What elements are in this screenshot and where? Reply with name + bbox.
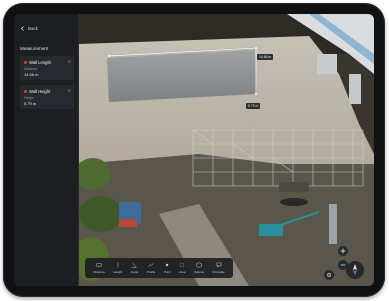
section-title: Measurement — [20, 46, 49, 51]
tool-distance[interactable]: Distance — [93, 262, 105, 274]
tool-angle[interactable]: Angle — [130, 262, 139, 274]
tool-label: Profile — [146, 270, 156, 274]
tool-label: Distance — [93, 270, 105, 274]
height-measurement-tag[interactable]: 5.79 m — [246, 103, 261, 109]
point-icon — [166, 263, 169, 267]
compass-icon — [353, 264, 357, 276]
card-value: 14.66 m — [24, 72, 39, 77]
status-dot-icon — [24, 90, 27, 93]
card-title: Wall Length — [29, 60, 51, 65]
tool-height[interactable]: Height — [113, 262, 122, 274]
tablet-frame: Back Measurement ... Wall Length ✕ Dista… — [3, 3, 385, 297]
close-icon[interactable]: ✕ — [68, 59, 71, 64]
tool-point[interactable]: Point — [164, 262, 171, 274]
card-value: 5.79 m — [24, 101, 37, 106]
close-icon[interactable]: ✕ — [68, 88, 71, 93]
more-icon[interactable]: ... — [69, 46, 74, 51]
measurement-card-wall-length[interactable]: Wall Length ✕ Distance 14.66 m — [20, 56, 74, 80]
tool-label: Point — [163, 270, 171, 274]
tool-label: Volume — [194, 270, 205, 274]
app-screen: Back Measurement ... Wall Length ✕ Dista… — [14, 14, 374, 286]
annotate-icon — [216, 262, 221, 268]
3d-viewport[interactable]: 14.66 m 5.79 m — [79, 14, 374, 286]
measurement-section-header: Measurement ... — [20, 46, 74, 51]
profile-icon — [148, 263, 154, 267]
card-label: Distance — [24, 67, 38, 71]
tool-label: Annotate — [212, 270, 225, 274]
tool-label: Height — [113, 270, 123, 274]
status-dot-icon — [24, 61, 27, 64]
back-button[interactable]: Back — [20, 26, 38, 31]
angle-icon — [132, 263, 138, 268]
tool-label: Area — [179, 270, 186, 274]
length-measurement-tag[interactable]: 14.66 m — [257, 54, 274, 60]
chevron-left-icon — [20, 26, 24, 31]
back-label: Back — [28, 26, 39, 31]
card-title: Wall Height — [29, 89, 51, 94]
volume-icon — [196, 262, 202, 268]
tool-profile[interactable]: Profile — [146, 262, 156, 274]
measurement-card-wall-height[interactable]: Wall Height ✕ Height 5.79 m — [20, 85, 74, 109]
tool-volume[interactable]: Volume — [194, 262, 204, 274]
tool-label: Angle — [130, 270, 139, 274]
measurement-sidebar: Back Measurement ... Wall Length ✕ Dista… — [14, 14, 79, 286]
height-icon — [117, 262, 119, 268]
ruler-icon — [96, 263, 102, 267]
target-icon — [326, 272, 332, 278]
tool-area[interactable]: Area — [179, 262, 186, 274]
locate-button[interactable] — [324, 270, 334, 280]
tool-annotate[interactable]: Annotate — [213, 262, 225, 274]
card-title-row: Wall Height — [24, 89, 50, 94]
card-title-row: Wall Length — [24, 60, 51, 65]
zoom-in-button[interactable] — [338, 246, 348, 256]
site-scene-illustration — [79, 14, 374, 286]
area-icon — [180, 262, 185, 268]
compass-control[interactable] — [346, 261, 364, 279]
measurement-toolbar: Distance Height Angle Profile Point Area — [85, 258, 233, 278]
card-label: Height — [24, 96, 34, 100]
plus-icon — [340, 248, 346, 254]
